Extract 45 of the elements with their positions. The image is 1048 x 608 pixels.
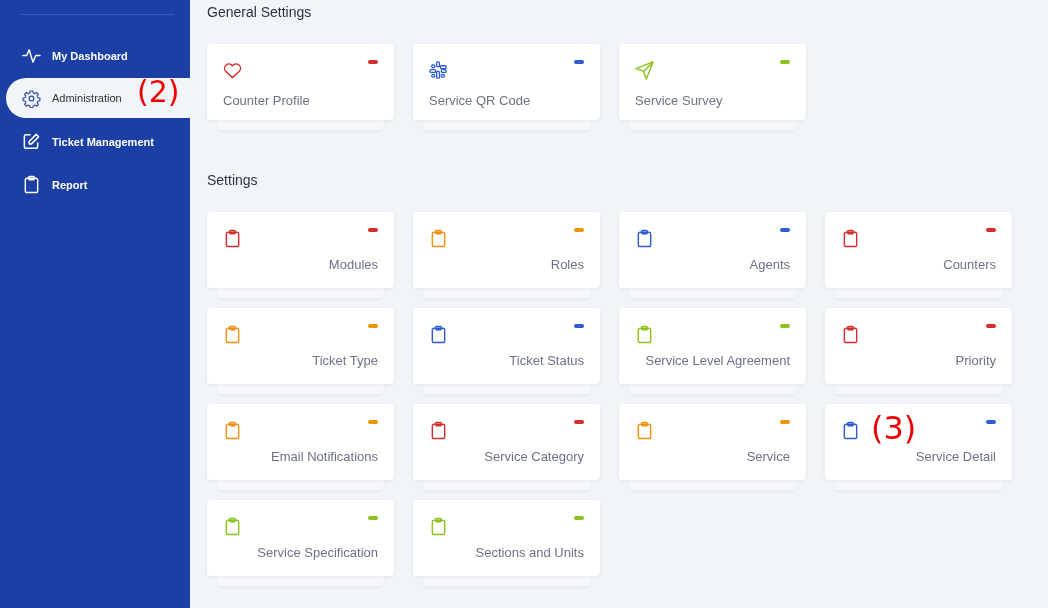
clipboard-icon (635, 421, 654, 440)
annotation-label: (2) (137, 77, 180, 107)
settings-card[interactable]: Agents (619, 212, 806, 288)
settings-card[interactable]: Service Category (413, 404, 600, 480)
paper-plane-icon (635, 61, 654, 80)
clipboard-icon (429, 325, 448, 344)
pulse-icon (22, 46, 41, 65)
annotation-label: (3) (871, 412, 917, 444)
clipboard-icon (841, 421, 860, 440)
settings-card[interactable]: Email Notifications (207, 404, 394, 480)
settings-card[interactable]: Sections and Units (413, 500, 600, 576)
clipboard-icon (841, 325, 860, 344)
clipboard-icon (223, 421, 242, 440)
clipboard-icon (223, 229, 242, 248)
heart-icon (223, 61, 242, 80)
settings-card[interactable]: Ticket Type (207, 308, 394, 384)
settings-card[interactable]: Service Specification (207, 500, 394, 576)
settings-icon (22, 88, 41, 108)
clipboard-icon (429, 421, 448, 440)
clipboard-icon (429, 229, 448, 248)
settings-card[interactable]: Counters (825, 212, 1012, 288)
sidebar-item[interactable]: Ticket Management (6, 120, 190, 163)
clipboard-icon (22, 175, 41, 194)
sidebar-item[interactable]: My Dashboard (6, 34, 190, 77)
section-heading: Settings (207, 171, 259, 190)
settings-card[interactable]: Service Survey (619, 44, 806, 120)
clipboard-icon (223, 517, 242, 536)
settings-card[interactable]: (3) Service Detail (825, 404, 1012, 480)
dots-grid-icon (429, 61, 448, 80)
settings-card[interactable]: Service QR Code (413, 44, 600, 120)
settings-card[interactable]: Ticket Status (413, 308, 600, 384)
clipboard-icon (223, 325, 242, 344)
settings-card[interactable]: Priority (825, 308, 1012, 384)
settings-card[interactable]: Service (619, 404, 806, 480)
clipboard-icon (635, 229, 654, 248)
settings-card[interactable]: Roles (413, 212, 600, 288)
settings-card[interactable]: Modules (207, 212, 394, 288)
settings-card[interactable]: Service Level Agreement (619, 308, 806, 384)
edit-icon (22, 132, 41, 151)
sidebar-item[interactable]: Report (6, 163, 190, 206)
clipboard-icon (429, 517, 448, 536)
settings-card[interactable]: Counter Profile (207, 44, 394, 120)
clipboard-icon (841, 229, 860, 248)
clipboard-icon (635, 325, 654, 344)
section-heading: General Settings (207, 3, 313, 22)
